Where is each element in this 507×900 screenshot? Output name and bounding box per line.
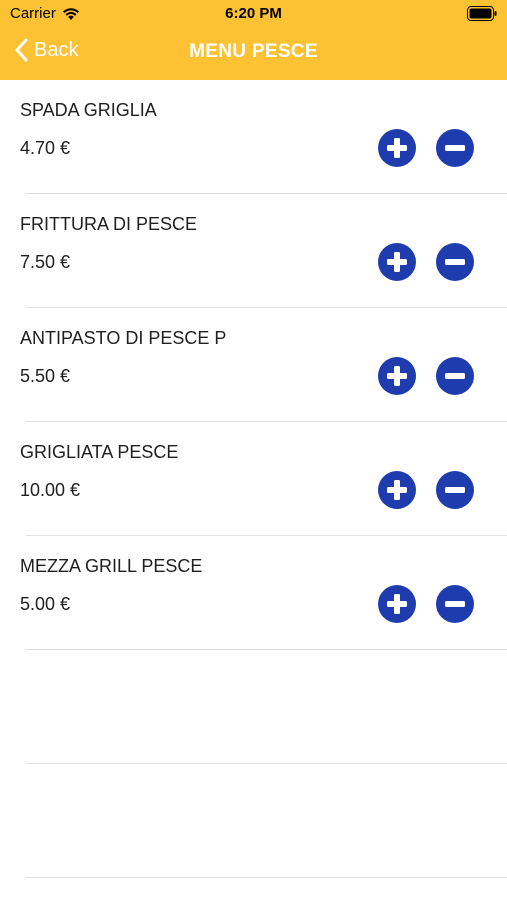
remove-button[interactable] xyxy=(436,585,474,623)
item-name: ANTIPASTO DI PESCE P xyxy=(20,328,227,348)
item-price: 10.00 € xyxy=(20,480,81,500)
add-button[interactable] xyxy=(378,243,416,281)
menu-item: FRITTURA DI PESCE 7.50 € xyxy=(0,194,507,308)
add-button[interactable] xyxy=(378,471,416,509)
navigation-bar: Back MENU PESCE xyxy=(0,28,507,80)
empty-row xyxy=(0,650,507,764)
status-time: 6:20 PM xyxy=(225,5,282,22)
page-title: MENU PESCE xyxy=(189,41,318,62)
menu-item: ANTIPASTO DI PESCE P 5.50 € xyxy=(0,308,507,422)
item-price: 7.50 € xyxy=(20,252,71,272)
menu-item: SPADA GRIGLIA 4.70 € xyxy=(0,80,507,194)
item-price: 5.00 € xyxy=(20,594,71,614)
remove-button[interactable] xyxy=(436,357,474,395)
add-button[interactable] xyxy=(378,129,416,167)
header: Carrier 6:20 PM Back MENU PESCE xyxy=(0,0,507,80)
screen: Carrier 6:20 PM Back MENU PESCE SPADA GR… xyxy=(0,0,507,900)
empty-row xyxy=(0,764,507,878)
item-name: SPADA GRIGLIA xyxy=(20,100,157,120)
item-price: 4.70 € xyxy=(20,138,71,158)
menu-item: MEZZA GRILL PESCE 5.00 € xyxy=(0,536,507,650)
item-price: 5.50 € xyxy=(20,366,71,386)
item-name: GRIGLIATA PESCE xyxy=(20,442,179,462)
battery-icon xyxy=(467,6,497,21)
add-button[interactable] xyxy=(378,585,416,623)
row-divider xyxy=(26,877,507,878)
menu-list: SPADA GRIGLIA 4.70 € FRITTURA DI PESCE 7… xyxy=(0,80,507,878)
item-name: FRITTURA DI PESCE xyxy=(20,214,198,234)
remove-button[interactable] xyxy=(436,243,474,281)
item-name: MEZZA GRILL PESCE xyxy=(20,556,203,576)
status-bar: Carrier 6:20 PM xyxy=(0,0,507,28)
remove-button[interactable] xyxy=(436,129,474,167)
remove-button[interactable] xyxy=(436,471,474,509)
add-button[interactable] xyxy=(378,357,416,395)
menu-item: GRIGLIATA PESCE 10.00 € xyxy=(0,422,507,536)
